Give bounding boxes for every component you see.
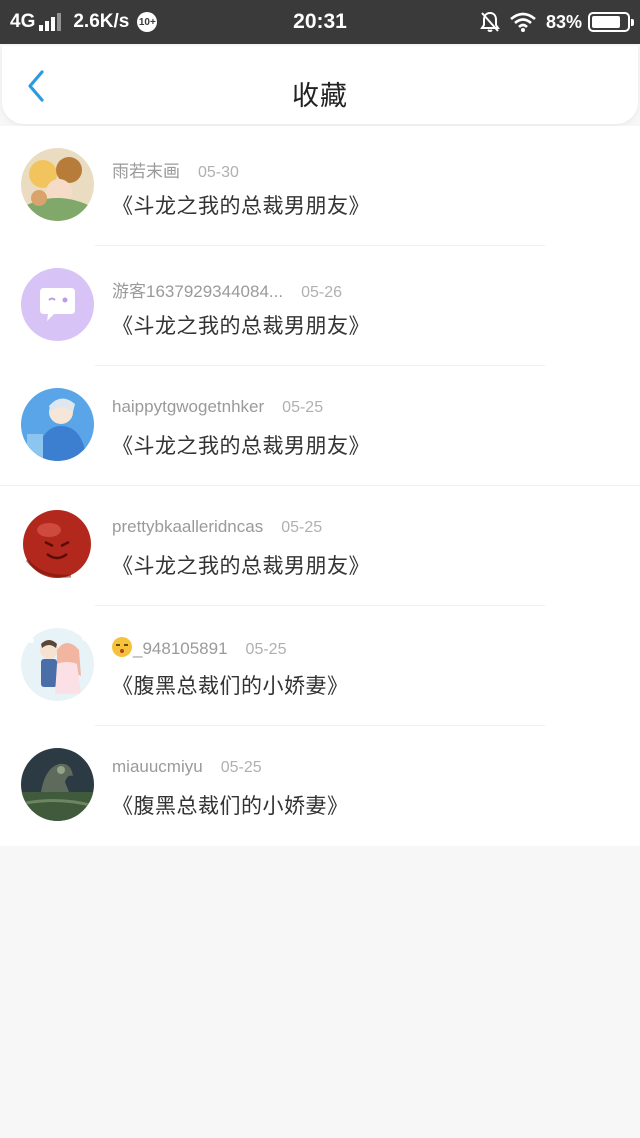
list-item[interactable]: 雨若末画 05-30 《斗龙之我的总裁男朋友》 — [0, 126, 640, 246]
list-item[interactable]: haippytgwogetnhker 05-25 《斗龙之我的总裁男朋友》 — [0, 366, 640, 486]
nav-bar: 收藏 — [2, 46, 638, 124]
username[interactable]: 游客1637929344084... — [112, 277, 283, 302]
avatar[interactable] — [21, 628, 94, 701]
battery-percent: 83% — [545, 11, 582, 32]
avatar[interactable] — [21, 268, 94, 341]
date: 05-25 — [220, 759, 262, 776]
date: 05-26 — [301, 284, 343, 301]
avatar[interactable] — [21, 388, 94, 461]
username[interactable]: miauucmiyu — [112, 757, 203, 777]
wifi-icon — [510, 12, 536, 32]
book-title[interactable]: 《斗龙之我的总裁男朋友》 — [112, 550, 370, 580]
bell-off-icon — [480, 11, 500, 33]
list-item[interactable]: 游客1637929344084... 05-26 《斗龙之我的总裁男朋友》 — [0, 246, 640, 366]
list-item[interactable]: prettybkaalleridncas 05-25 《斗龙之我的总裁男朋友》 — [0, 486, 640, 606]
favorites-list: 雨若末画 05-30 《斗龙之我的总裁男朋友》 游客1637929344084.… — [0, 126, 640, 846]
book-title[interactable]: 《腹黑总裁们的小娇妻》 — [112, 670, 349, 700]
item-meta: 游客1637929344084... 05-26 — [112, 277, 342, 302]
date: 05-30 — [198, 164, 239, 181]
item-meta: 雨若末画 05-30 — [112, 157, 239, 182]
username[interactable]: _948105891 — [133, 639, 228, 659]
avatar[interactable] — [21, 148, 94, 221]
username[interactable]: prettybkaalleridncas — [112, 517, 263, 537]
item-meta: haippytgwogetnhker 05-25 — [112, 397, 323, 417]
page-title: 收藏 — [292, 81, 348, 112]
battery-fill — [592, 16, 621, 28]
item-meta: prettybkaalleridncas 05-25 — [112, 517, 322, 537]
book-title[interactable]: 《腹黑总裁们的小娇妻》 — [112, 790, 349, 820]
battery-icon — [588, 12, 634, 32]
date: 05-25 — [282, 399, 324, 416]
status-bar: 4G 2.6K/s 10+ 20:31 83% — [0, 0, 640, 44]
book-title[interactable]: 《斗龙之我的总裁男朋友》 — [112, 310, 370, 340]
date: 05-25 — [245, 641, 287, 658]
username[interactable]: 雨若末画 — [112, 157, 180, 182]
status-right: 83% — [480, 10, 634, 34]
item-meta: _948105891 05-25 — [112, 637, 286, 659]
avatar[interactable] — [21, 748, 94, 821]
list-item[interactable]: _948105891 05-25 《腹黑总裁们的小娇妻》 — [0, 606, 640, 726]
username[interactable]: haippytgwogetnhker — [112, 397, 264, 417]
book-title[interactable]: 《斗龙之我的总裁男朋友》 — [112, 430, 370, 460]
kissing-face-emoji — [112, 637, 133, 659]
list-item[interactable]: miauucmiyu 05-25 《腹黑总裁们的小娇妻》 — [0, 726, 640, 846]
avatar[interactable] — [21, 508, 94, 581]
book-title[interactable]: 《斗龙之我的总裁男朋友》 — [112, 190, 370, 220]
date: 05-25 — [281, 519, 323, 536]
item-meta: miauucmiyu 05-25 — [112, 757, 262, 777]
